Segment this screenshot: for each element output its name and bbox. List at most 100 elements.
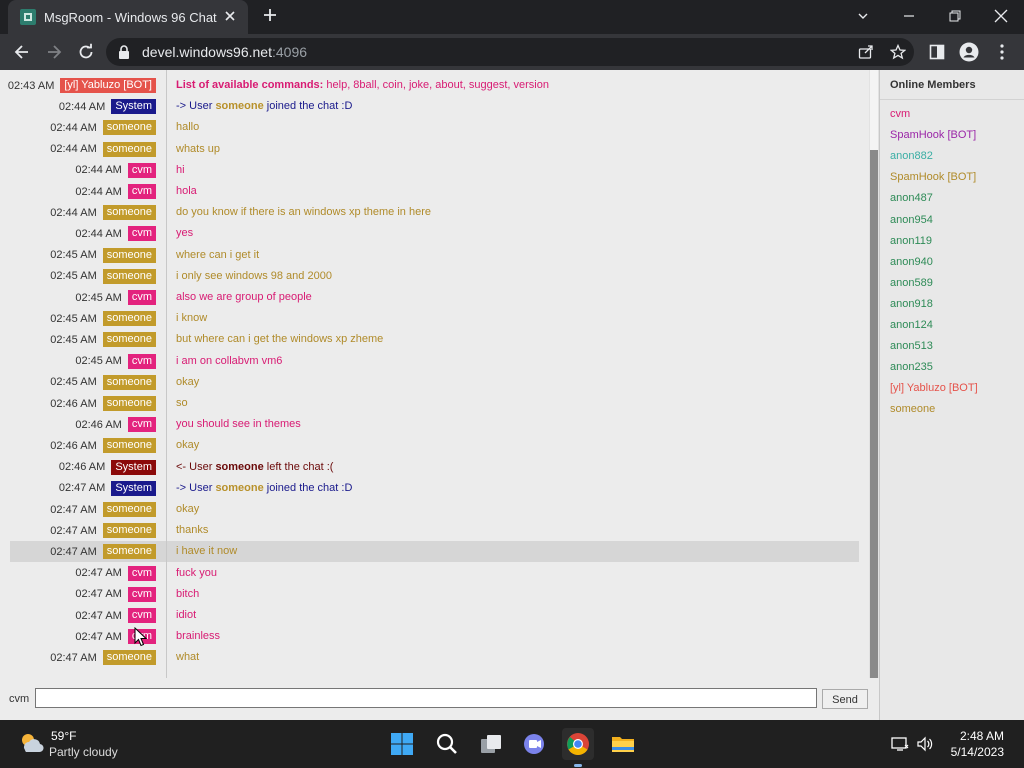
- chat-scrollbar[interactable]: [869, 70, 879, 678]
- message-username-badge[interactable]: cvm: [127, 353, 156, 369]
- taskbar-clock-date[interactable]: 5/14/2023: [940, 745, 1004, 759]
- message-username-badge[interactable]: [yl] Yabluzo [BOT]: [60, 78, 156, 93]
- message-username-badge[interactable]: cvm: [127, 565, 156, 581]
- member-item[interactable]: anon918: [890, 298, 933, 310]
- message-username-badge[interactable]: System: [111, 480, 156, 496]
- share-icon[interactable]: [858, 44, 874, 60]
- message-username-badge[interactable]: someone: [102, 396, 156, 411]
- tab-strip: MsgRoom - Windows 96 Chat: [0, 0, 1024, 34]
- partly-cloudy-icon[interactable]: [18, 730, 44, 756]
- member-item[interactable]: anon513: [890, 340, 933, 352]
- tab-search-chevron-down-icon[interactable]: [840, 0, 886, 32]
- member-item[interactable]: anon119: [890, 235, 932, 247]
- new-tab-button[interactable]: [260, 6, 280, 26]
- more-menu-icon[interactable]: [992, 42, 1012, 62]
- message-timestamp: 02:45 AM: [50, 312, 97, 325]
- back-button[interactable]: [11, 41, 33, 63]
- member-item[interactable]: anon235: [890, 361, 933, 373]
- lock-icon[interactable]: [118, 45, 130, 64]
- bookmark-star-icon[interactable]: [890, 44, 906, 60]
- message-username-badge[interactable]: someone: [102, 247, 156, 263]
- message-input[interactable]: [35, 688, 817, 708]
- weather-temperature[interactable]: 59°F: [51, 729, 76, 743]
- minimize-button[interactable]: [886, 0, 932, 32]
- message-username-badge[interactable]: System: [111, 99, 156, 115]
- message-username-badge[interactable]: someone: [102, 120, 156, 136]
- chat-message: 02:44 AM cvm hola: [10, 181, 859, 202]
- scrollbar-track[interactable]: [870, 70, 878, 150]
- message-text: fuck you: [176, 566, 217, 579]
- member-item[interactable]: [yl] Yabluzo [BOT]: [890, 382, 978, 394]
- teams-chat-icon[interactable]: [518, 728, 550, 760]
- reload-button[interactable]: [75, 41, 97, 63]
- message-username-badge[interactable]: someone: [102, 650, 156, 666]
- member-item[interactable]: anon940: [890, 256, 933, 268]
- message-username-badge[interactable]: someone: [102, 438, 156, 454]
- message-username-badge[interactable]: someone: [102, 502, 156, 517]
- close-window-button[interactable]: [978, 0, 1024, 32]
- message-username-badge[interactable]: someone: [102, 311, 156, 327]
- message-timestamp: 02:47 AM: [75, 630, 122, 643]
- member-item[interactable]: SpamHook [BOT]: [890, 171, 976, 183]
- chat-log[interactable]: 02:43 AM [yl] Yabluzo [BOT] List of availa…: [0, 70, 870, 678]
- task-view-icon[interactable]: [475, 728, 507, 760]
- message-meta: 02:47 AM someone: [50, 544, 156, 560]
- message-meta: 02:44 AM someone: [50, 141, 156, 157]
- message-meta: 02:46 AM someone: [50, 438, 156, 454]
- message-text: <- User someone left the chat :(: [176, 461, 333, 473]
- message-username-badge[interactable]: cvm: [127, 586, 156, 602]
- member-item[interactable]: cvm: [890, 108, 910, 120]
- system-username: someone: [215, 460, 264, 473]
- message-timestamp: 02:46 AM: [50, 439, 97, 452]
- browser-tab[interactable]: MsgRoom - Windows 96 Chat: [8, 0, 248, 34]
- send-button[interactable]: Send: [822, 689, 868, 709]
- file-explorer-icon[interactable]: [607, 728, 639, 760]
- message-username-badge[interactable]: cvm: [127, 290, 156, 305]
- message-username-badge[interactable]: cvm: [127, 417, 156, 433]
- tab-close-icon[interactable]: [222, 8, 238, 24]
- message-username-badge[interactable]: cvm: [127, 608, 156, 623]
- message-meta: 02:45 AM someone: [50, 268, 156, 284]
- member-item[interactable]: anon124: [890, 319, 933, 331]
- system-prefix: -> User: [176, 100, 216, 113]
- chat-message: 02:47 AM cvm fuck you: [10, 563, 859, 584]
- side-panel-icon[interactable]: [927, 42, 947, 62]
- message-username-badge[interactable]: someone: [102, 268, 156, 284]
- member-item[interactable]: anon487: [890, 192, 933, 204]
- message-username-badge[interactable]: someone: [102, 544, 156, 560]
- taskbar-clock-time[interactable]: 2:48 AM: [944, 729, 1004, 743]
- network-icon[interactable]: [890, 734, 910, 754]
- restore-button[interactable]: [932, 0, 978, 32]
- scrollbar-thumb[interactable]: [870, 150, 878, 678]
- weather-condition[interactable]: Partly cloudy: [49, 745, 118, 759]
- url-text[interactable]: devel.windows96.net:4096: [142, 44, 307, 60]
- message-meta: 02:47 AM System: [59, 480, 156, 496]
- message-text: hallo: [176, 121, 200, 134]
- message-username-badge[interactable]: cvm: [127, 226, 156, 242]
- message-username-badge[interactable]: someone: [102, 205, 156, 221]
- start-windows-icon[interactable]: [386, 728, 418, 760]
- address-bar[interactable]: devel.windows96.net:4096: [106, 38, 914, 66]
- profile-icon[interactable]: [959, 42, 979, 62]
- message-text: okay: [176, 503, 200, 515]
- message-username-badge[interactable]: someone: [102, 374, 156, 390]
- chrome-taskbar-icon[interactable]: [562, 728, 594, 760]
- member-item[interactable]: anon882: [890, 150, 933, 162]
- member-item[interactable]: anon589: [890, 277, 933, 289]
- volume-icon[interactable]: [915, 734, 935, 754]
- message-username-badge[interactable]: System: [111, 459, 156, 475]
- search-icon[interactable]: [431, 728, 463, 760]
- member-item[interactable]: someone: [890, 403, 935, 415]
- chat-message: 02:45 AM cvm i am on collabvm vm6: [10, 351, 859, 372]
- message-username-badge[interactable]: someone: [102, 523, 156, 539]
- message-meta: 02:47 AM someone: [50, 650, 156, 666]
- message-text: i know: [176, 312, 208, 325]
- member-item[interactable]: anon954: [890, 214, 933, 226]
- message-username-badge[interactable]: cvm: [127, 162, 156, 178]
- forward-button[interactable]: [43, 41, 65, 63]
- chat-message: 02:47 AM System -> User someone joined the…: [10, 478, 859, 499]
- message-username-badge[interactable]: cvm: [127, 184, 156, 199]
- message-username-badge[interactable]: someone: [102, 141, 156, 157]
- member-item[interactable]: SpamHook [BOT]: [890, 129, 976, 141]
- message-username-badge[interactable]: someone: [102, 332, 156, 348]
